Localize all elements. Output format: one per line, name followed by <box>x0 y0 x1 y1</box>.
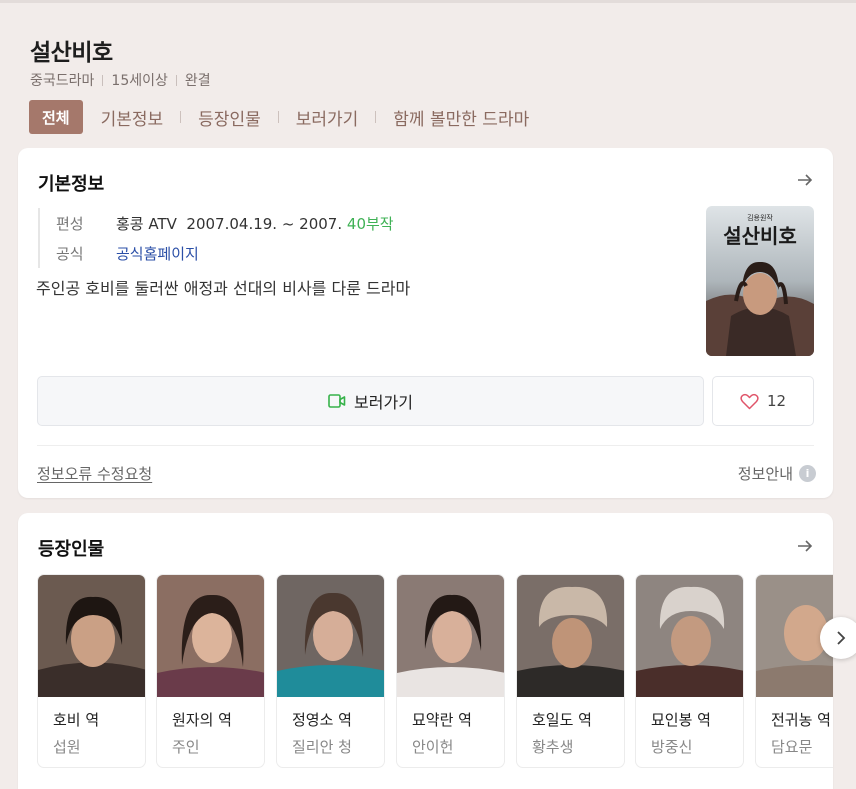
character-card[interactable]: 전귀농 역 담요문 <box>755 574 833 768</box>
description: 주인공 호비를 둘러싼 애정과 선대의 비사를 다룬 드라마 <box>36 279 411 298</box>
character-actor: 안이헌 <box>412 738 454 756</box>
official-label: 공식 <box>56 244 84 263</box>
error-report-link[interactable]: 정보오류 수정요청 <box>37 463 152 484</box>
scroll-next-button[interactable] <box>820 617 856 659</box>
info-row-official: 공식 공식홈페이지 <box>56 238 394 268</box>
like-count: 12 <box>766 392 787 410</box>
character-actor: 방중신 <box>651 738 693 756</box>
characters-title: 등장인물 <box>38 539 105 560</box>
character-role: 호비 역 <box>53 711 100 729</box>
tab-bar: 전체 기본정보 등장인물 보러가기 함께 볼만한 드라마 <box>29 100 533 134</box>
character-role: 호일도 역 <box>532 711 592 729</box>
character-photo <box>397 575 504 697</box>
heart-icon <box>740 393 759 409</box>
page-header: 설산비호 중국드라마 15세이상 완결 전체 기본정보 등장인물 보러가기 함께… <box>0 0 856 148</box>
character-card[interactable]: 묘인봉 역 방중신 <box>635 574 744 768</box>
character-actor: 주인 <box>172 738 200 756</box>
character-actor: 질리안 청 <box>292 738 352 756</box>
character-list: 호비 역 섭원 원자의 역 주인 정영소 역 질리안 청 묘약란 역 안이헌 호… <box>37 574 833 774</box>
character-photo <box>38 575 145 697</box>
chevron-right-icon <box>837 631 846 645</box>
tab-all[interactable]: 전체 <box>29 100 83 134</box>
meta-status: 완결 <box>184 73 211 89</box>
character-photo <box>517 575 624 697</box>
info-guide[interactable]: 정보안내 i <box>738 463 816 484</box>
character-photo <box>277 575 384 697</box>
character-photo <box>157 575 264 697</box>
divider <box>37 445 814 446</box>
character-card[interactable]: 호비 역 섭원 <box>37 574 146 768</box>
tab-divider <box>180 111 182 123</box>
poster-caption: 김용원작 <box>747 213 773 222</box>
character-photo <box>636 575 743 697</box>
tab-divider <box>375 111 377 123</box>
basic-info-card: 기본정보 편성 홍콩 ATV 2007.04.19. ~ 2007. 40부작 … <box>18 148 833 498</box>
basic-info-title: 기본정보 <box>38 174 105 195</box>
official-homepage-link[interactable]: 공식홈페이지 <box>116 243 199 264</box>
meta-info: 중국드라마 15세이상 완결 <box>30 70 211 90</box>
character-card[interactable]: 묘약란 역 안이헌 <box>396 574 505 768</box>
tab-similar[interactable]: 함께 볼만한 드라마 <box>389 105 533 130</box>
watch-button[interactable]: 보러가기 <box>37 376 704 426</box>
like-button[interactable]: 12 <box>712 376 814 426</box>
broadcast-value: 홍콩 ATV 2007.04.19. ~ 2007. 40부작 <box>116 213 394 234</box>
broadcast-label: 편성 <box>56 214 84 233</box>
tab-divider <box>277 111 279 123</box>
tab-basic-info[interactable]: 기본정보 <box>97 105 168 130</box>
arrow-right-icon[interactable] <box>795 170 815 190</box>
character-actor: 담요문 <box>771 738 813 756</box>
poster-image[interactable]: 김용원작 설산비호 <box>706 206 814 356</box>
info-list: 편성 홍콩 ATV 2007.04.19. ~ 2007. 40부작 공식 공식… <box>38 208 394 268</box>
character-role: 묘약란 역 <box>412 711 472 729</box>
poster-title: 설산비호 <box>723 224 797 248</box>
video-play-icon <box>328 394 346 408</box>
info-icon: i <box>799 465 816 482</box>
broadcast-text: 홍콩 ATV 2007.04.19. ~ 2007. <box>116 214 343 233</box>
meta-divider <box>175 74 177 86</box>
character-actor: 황추생 <box>532 738 574 756</box>
meta-genre: 중국드라마 <box>30 73 95 89</box>
episode-count: 40부작 <box>346 214 394 233</box>
character-role: 원자의 역 <box>172 711 232 729</box>
character-role: 전귀농 역 <box>771 711 831 729</box>
character-role: 정영소 역 <box>292 711 352 729</box>
meta-divider <box>102 74 104 86</box>
characters-card: 등장인물 호비 역 섭원 원자의 역 주인 정영소 역 질리안 청 묘약란 역 … <box>18 513 856 789</box>
character-card[interactable]: 원자의 역 주인 <box>156 574 265 768</box>
character-role: 묘인봉 역 <box>651 711 711 729</box>
character-card[interactable]: 정영소 역 질리안 청 <box>276 574 385 768</box>
character-actor: 섭원 <box>53 738 81 756</box>
info-guide-label: 정보안내 <box>737 465 793 483</box>
meta-rating: 15세이상 <box>111 73 168 89</box>
watch-button-label: 보러가기 <box>354 393 413 412</box>
info-row-broadcast: 편성 홍콩 ATV 2007.04.19. ~ 2007. 40부작 <box>56 208 394 238</box>
tab-characters[interactable]: 등장인물 <box>194 105 265 130</box>
page-title: 설산비호 <box>30 40 113 66</box>
arrow-right-icon[interactable] <box>795 536 815 556</box>
character-card[interactable]: 호일도 역 황추생 <box>516 574 625 768</box>
tab-watch[interactable]: 보러가기 <box>292 105 363 130</box>
